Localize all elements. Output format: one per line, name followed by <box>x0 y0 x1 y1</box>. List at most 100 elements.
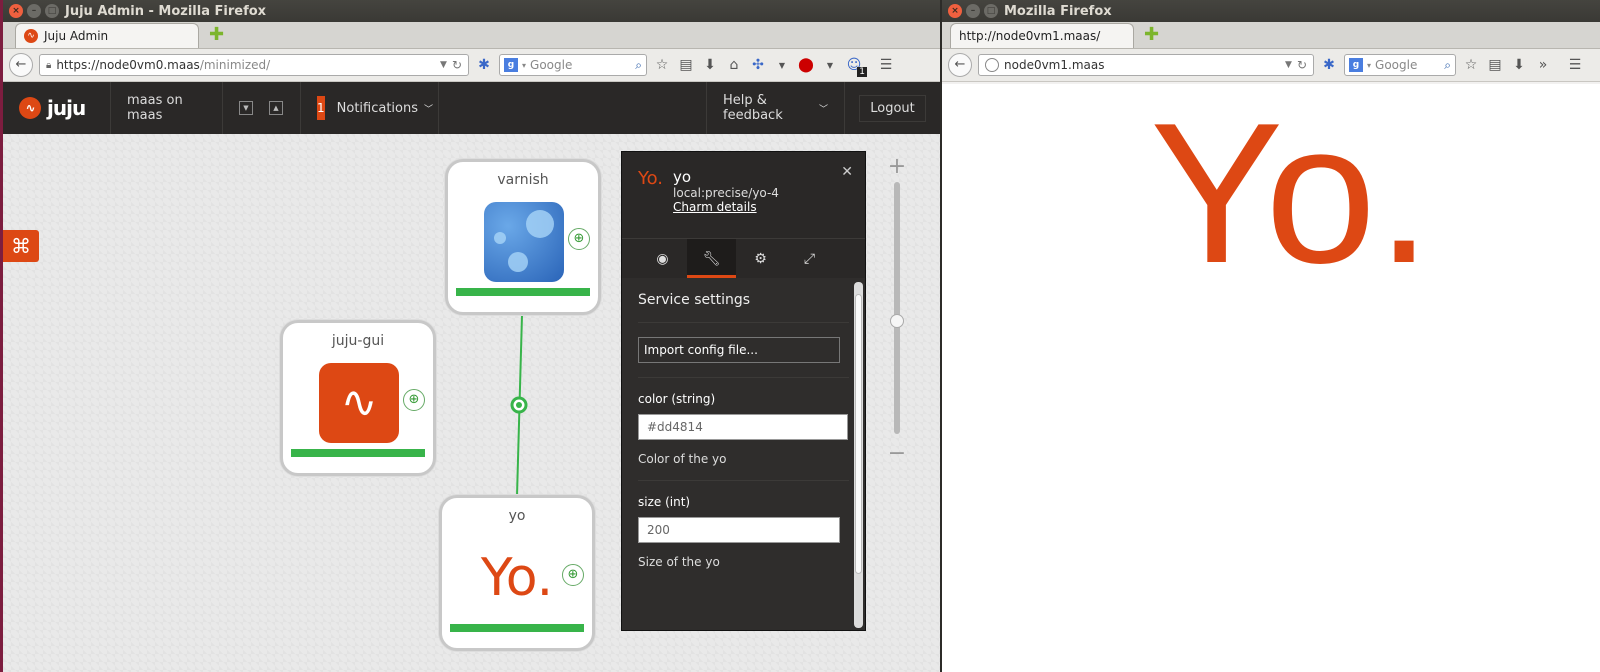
scrollbar-thumb[interactable] <box>855 294 862 574</box>
url-host: https://node0vm0.maas <box>56 58 200 72</box>
juju-logo[interactable]: ∿ juju <box>3 82 111 134</box>
tab-juju-admin[interactable]: ∿ Juju Admin <box>15 23 199 48</box>
bookmark-star-icon[interactable]: ☆ <box>653 57 671 73</box>
notifications-menu[interactable]: 1 Notifications ﹀ <box>301 82 439 134</box>
service-name: juju-gui <box>331 333 385 349</box>
color-input[interactable]: #dd4814 <box>638 414 848 440</box>
inspector-charm-id: local:precise/yo-4 <box>673 186 779 200</box>
field-help: Size of the yo <box>638 555 720 569</box>
zoom-slider-handle[interactable] <box>890 314 904 328</box>
juju-header: ∿ juju maas on maas ▼ ▲ 1 Notifications … <box>3 82 940 134</box>
size-input[interactable]: 200 <box>638 517 840 543</box>
bookmarks-list-icon[interactable]: ▤ <box>677 57 695 73</box>
new-tab-icon[interactable]: ✚ <box>1144 24 1159 45</box>
environment-name[interactable]: maas on maas <box>111 82 223 134</box>
dropdown-arrow-icon[interactable]: ▼ <box>440 60 447 70</box>
maximize-window-button[interactable]: □ <box>984 4 998 18</box>
globe-icon: ⊕ <box>403 389 425 411</box>
notification-count: 1 <box>317 96 325 120</box>
juju-gui-icon: ∿ <box>319 363 399 443</box>
config-field-color: color (string) #dd4814 Color of the yo <box>638 378 849 481</box>
field-help: Color of the yo <box>638 452 727 466</box>
tab-relations-link-icon[interactable]: ⤢ <box>785 239 834 278</box>
overflow-chevron-icon[interactable]: » <box>1534 57 1552 73</box>
new-tab-icon[interactable]: ✚ <box>209 24 224 45</box>
help-feedback-menu[interactable]: Help & feedback ﹀ <box>707 82 845 134</box>
logout-area: Logout <box>845 82 940 134</box>
settings-header: Service settings <box>638 278 849 323</box>
yo-page-content: Yo. <box>942 84 1600 672</box>
section-title: Service settings <box>638 292 751 308</box>
status-bar <box>450 624 584 632</box>
adblock-dropdown-icon[interactable]: ▼ <box>821 61 839 70</box>
zoom-slider[interactable] <box>894 182 900 434</box>
service-name: varnish <box>497 172 549 188</box>
close-window-button[interactable]: × <box>948 4 962 18</box>
collapse-up-icon[interactable]: ▲ <box>269 101 283 115</box>
reload-icon[interactable]: ↻ <box>452 58 462 72</box>
relation-indicator-dot <box>516 402 522 408</box>
yo-text: Yo. <box>1150 82 1432 305</box>
juju-favicon-icon: ∿ <box>24 29 38 43</box>
service-yo[interactable]: yo Yo. ⊕ <box>439 495 595 651</box>
menu-icon[interactable]: ☰ <box>877 57 895 73</box>
addon-dropdown-icon[interactable]: ▼ <box>773 61 791 70</box>
downloads-icon[interactable]: ⬇ <box>1510 57 1528 73</box>
zoom-out-icon[interactable]: − <box>887 441 907 466</box>
config-field-size: size (int) 200 Size of the yo <box>638 481 849 583</box>
globe-icon <box>985 58 999 72</box>
inspector-scrollbar[interactable] <box>854 282 863 628</box>
navigation-bar: ← 🔒︎ https://node0vm0.maas/minimized/ ▼ … <box>3 49 940 82</box>
bookmark-star-icon[interactable]: ☆ <box>1462 57 1480 73</box>
charm-logo: Yo. <box>638 168 664 189</box>
url-bar[interactable]: node0vm1.maas ▼ ↻ <box>978 54 1314 76</box>
close-icon[interactable]: ✕ <box>841 164 853 180</box>
bookmarks-list-icon[interactable]: ▤ <box>1486 57 1504 73</box>
status-bar <box>291 449 425 457</box>
network-addon-icon[interactable]: ✣ <box>749 57 767 73</box>
import-config-button[interactable]: Import config file... <box>638 337 840 363</box>
view-controls: ▼ ▲ <box>223 82 301 134</box>
downloads-icon[interactable]: ⬇ <box>701 57 719 73</box>
service-juju-gui[interactable]: juju-gui ∿ ⊕ <box>280 320 436 476</box>
search-box[interactable]: g ▾ Google ⌕ <box>499 54 647 76</box>
service-varnish[interactable]: varnish ⊕ <box>445 159 601 315</box>
tab-node0vm1[interactable]: http://node0vm1.maas/ <box>950 23 1134 48</box>
yo-icon: Yo. <box>480 548 554 608</box>
environment-canvas[interactable]: ⌘ varnish ⊕ juju-gui ∿ ⊕ yo Yo. ⊕ Yo. yo… <box>3 134 940 672</box>
tab-overview-eye-icon[interactable]: ◉ <box>638 239 687 278</box>
url-bar[interactable]: 🔒︎ https://node0vm0.maas/minimized/ ▼ ↻ <box>39 54 469 76</box>
addon-badge-count: 1 <box>857 67 867 77</box>
window-title: Mozilla Firefox <box>1004 3 1112 19</box>
minimize-window-button[interactable]: – <box>966 4 980 18</box>
tab-constraints-gear-icon[interactable]: ⚙ <box>736 239 785 278</box>
back-button[interactable]: ← <box>948 53 972 77</box>
search-icon[interactable]: ⌕ <box>635 58 642 73</box>
url-text: node0vm1.maas <box>1004 58 1105 72</box>
charm-details-link[interactable]: Charm details <box>673 200 779 214</box>
lock-icon: 🔒︎ <box>46 59 52 71</box>
search-placeholder: Google <box>1375 58 1418 72</box>
collapse-down-icon[interactable]: ▼ <box>239 101 253 115</box>
maximize-window-button[interactable]: □ <box>45 4 59 18</box>
search-box[interactable]: g ▾ Google ⌕ <box>1344 54 1456 76</box>
search-icon[interactable]: ⌕ <box>1444 58 1451 73</box>
logout-button[interactable]: Logout <box>859 94 926 122</box>
tab-strip: http://node0vm1.maas/ ✚ <box>942 22 1600 49</box>
window-title: Juju Admin - Mozilla Firefox <box>65 3 267 19</box>
addon-badge-icon[interactable]: ☺ 1 <box>845 57 867 77</box>
bookmark-star-blue-icon[interactable]: ✱ <box>1320 57 1338 73</box>
chevron-down-icon: ﹀ <box>424 104 434 115</box>
tab-settings-wrench-icon[interactable]: 🔧︎ <box>687 239 736 278</box>
inspector-body: Service settings Import config file... c… <box>622 278 865 583</box>
bookmark-star-blue-icon[interactable]: ✱ <box>475 57 493 73</box>
menu-icon[interactable]: ☰ <box>1566 57 1584 73</box>
dropdown-arrow-icon[interactable]: ▼ <box>1285 60 1292 70</box>
home-icon[interactable]: ⌂ <box>725 57 743 73</box>
minimize-window-button[interactable]: – <box>27 4 41 18</box>
adblock-icon[interactable]: ⬤ <box>797 57 815 73</box>
zoom-in-icon[interactable]: + <box>887 154 907 179</box>
close-window-button[interactable]: × <box>9 4 23 18</box>
back-button[interactable]: ← <box>9 53 33 77</box>
reload-icon[interactable]: ↻ <box>1297 58 1307 72</box>
